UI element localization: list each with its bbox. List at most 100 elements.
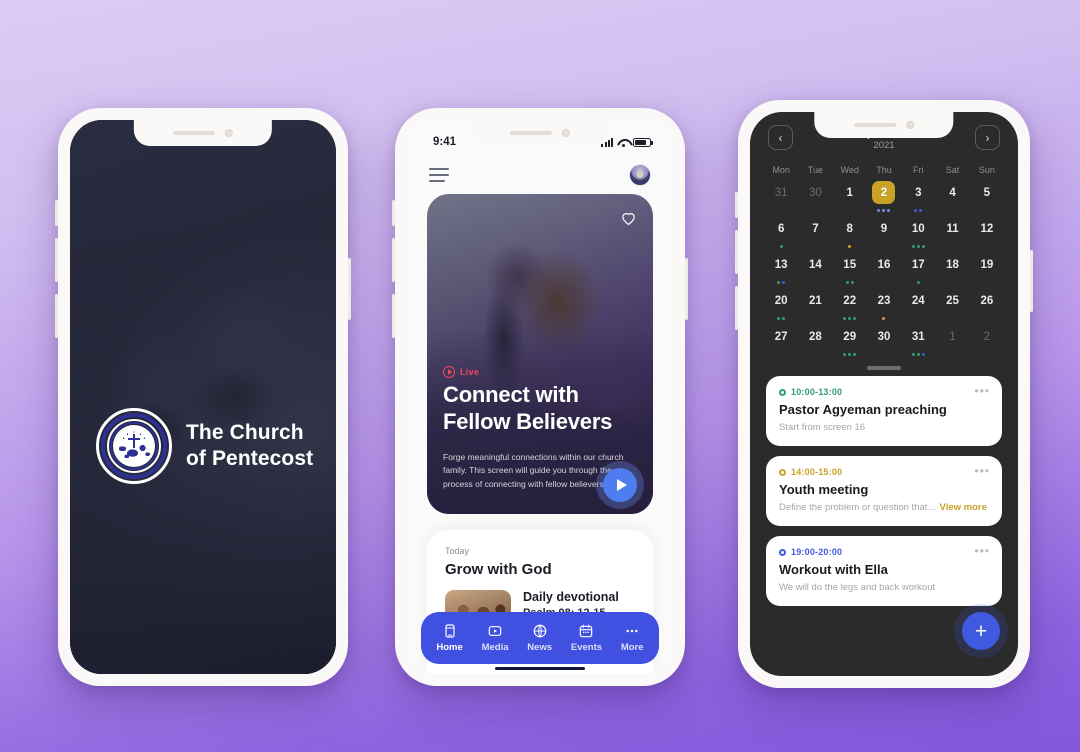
calendar-day-2[interactable]: 2 <box>867 181 901 213</box>
hero-card[interactable]: Live Connect with Fellow Believers Forge… <box>427 194 653 514</box>
tab-events[interactable]: Events <box>571 623 602 653</box>
event-time: 19:00-20:00 <box>791 547 843 558</box>
tab-news[interactable]: News <box>527 623 552 653</box>
tab-media[interactable]: Media <box>482 623 509 653</box>
devotional-title: Daily devotional <box>523 590 619 604</box>
calendar-day-14[interactable]: 14 <box>798 253 832 285</box>
calendar-day-number: 14 <box>809 258 822 271</box>
hamburger-menu-icon[interactable] <box>429 168 449 182</box>
phone-mockup-calendar: ‹ September 2021 › MonTueWedThuFriSatSun… <box>735 100 1033 688</box>
calendar-day-30[interactable]: 30 <box>867 325 901 357</box>
calendar-day-3[interactable]: 3 <box>901 181 935 213</box>
calendar-icon <box>580 624 593 638</box>
splash-screen: The Church of Pentecost <box>70 120 336 674</box>
calendar-day-26[interactable]: 26 <box>970 289 1004 321</box>
calendar-day-10[interactable]: 10 <box>901 217 935 249</box>
calendar-day-28[interactable]: 28 <box>798 325 832 357</box>
calendar-day-number: 16 <box>877 258 891 271</box>
calendar-day-4[interactable]: 4 <box>935 181 969 213</box>
calendar-day-1[interactable]: 1 <box>935 325 969 357</box>
calendar-day-12[interactable]: 12 <box>970 217 1004 249</box>
calendar-day-17[interactable]: 17 <box>901 253 935 285</box>
calendar-day-16[interactable]: 16 <box>867 253 901 285</box>
calendar-day-24[interactable]: 24 <box>901 289 935 321</box>
calendar-day-number: 26 <box>980 294 994 307</box>
tab-media-label: Media <box>481 642 509 653</box>
calendar-day-11[interactable]: 11 <box>935 217 969 249</box>
calendar-day-13[interactable]: 13 <box>764 253 798 285</box>
status-icons <box>601 137 653 147</box>
event-dots <box>833 245 867 249</box>
tab-events-label: Events <box>570 642 603 653</box>
heart-outline-icon[interactable] <box>620 210 637 231</box>
ellipsis-icon[interactable]: ••• <box>974 545 990 558</box>
calendar-day-23[interactable]: 23 <box>867 289 901 321</box>
tab-more[interactable]: More <box>621 623 644 653</box>
calendar-day-20[interactable]: 20 <box>764 289 798 321</box>
cellular-signal-icon <box>601 137 613 147</box>
calendar-day-number: 31 <box>911 330 925 343</box>
tab-home[interactable]: Home <box>436 623 463 653</box>
user-avatar-icon[interactable] <box>629 164 651 186</box>
calendar-day-number: 31 <box>774 186 788 199</box>
event-status-dot-icon <box>779 388 786 396</box>
calendar-grid[interactable]: 31 30 1 2 3 4 5 6 7 8 9 10 11 12 13 14 15 16 17 18 19 20 21 22 2… <box>750 179 1018 357</box>
sheet-drag-handle[interactable] <box>867 366 901 371</box>
device-notch <box>814 112 954 138</box>
calendar-day-2[interactable]: 2 <box>970 325 1004 357</box>
event-dots <box>867 317 901 321</box>
live-badge: Live <box>443 366 479 378</box>
calendar-day-31[interactable]: 31 <box>764 181 798 213</box>
calendar-day-7[interactable]: 7 <box>798 217 832 249</box>
weekday-header-row: Mon Tue Wed Thu Fri Sat Sun <box>750 157 1018 179</box>
splash-background-photo <box>70 120 336 674</box>
event-title: Youth meeting <box>779 482 869 498</box>
calendar-day-27[interactable]: 27 <box>764 325 798 357</box>
calendar-day-30[interactable]: 30 <box>798 181 832 213</box>
calendar-day-number: 17 <box>911 258 925 271</box>
calendar-day-number: 28 <box>809 330 822 343</box>
calendar-day-number: 8 <box>846 222 853 235</box>
calendar-day-31[interactable]: 31 <box>901 325 935 357</box>
calendar-year: 2021 <box>873 140 895 152</box>
calendar-day-number: 27 <box>774 330 788 343</box>
ellipsis-icon[interactable]: ••• <box>974 385 990 398</box>
view-more-link[interactable]: View more <box>940 502 987 513</box>
calendar-day-number: 24 <box>911 294 925 307</box>
calendar-day-15[interactable]: 15 <box>833 253 867 285</box>
calendar-day-18[interactable]: 18 <box>935 253 969 285</box>
brand-lockup: The Church of Pentecost <box>96 408 313 484</box>
calendar-day-number: 5 <box>983 186 991 199</box>
calendar-day-5[interactable]: 5 <box>970 181 1004 213</box>
calendar-day-21[interactable]: 21 <box>798 289 832 321</box>
calendar-day-number: 22 <box>843 294 857 307</box>
event-card[interactable]: 10:00-13:00 ••• Pastor Agyeman preaching St… <box>766 376 1002 447</box>
ellipsis-icon[interactable]: ••• <box>974 465 990 478</box>
weekday-wed: Wed <box>840 165 859 176</box>
calendar-day-19[interactable]: 19 <box>970 253 1004 285</box>
calendar-day-22[interactable]: 22 <box>833 289 867 321</box>
calendar-day-9[interactable]: 9 <box>867 217 901 249</box>
chevron-left-icon[interactable]: ‹ <box>768 125 793 151</box>
poster-stage: The Church of Pentecost 9:41 Live Connec… <box>0 0 1080 752</box>
calendar-day-1[interactable]: 1 <box>833 181 867 213</box>
battery-icon <box>633 137 653 147</box>
calendar-day-29[interactable]: 29 <box>833 325 867 357</box>
calendar-day-8[interactable]: 8 <box>833 217 867 249</box>
wifi-icon <box>617 138 629 147</box>
plus-icon[interactable]: + <box>962 612 1000 650</box>
bottom-tab-bar: Home Media News Events More <box>421 612 659 664</box>
calendar-day-25[interactable]: 25 <box>935 289 969 321</box>
device-notch <box>133 120 273 146</box>
calendar-day-number: 18 <box>946 258 959 271</box>
calendar-day-number: 23 <box>877 294 891 307</box>
event-card[interactable]: 19:00-20:00 ••• Workout with Ella We will d… <box>766 536 1002 607</box>
event-description: We will do the legs and back workout <box>779 582 936 594</box>
event-card[interactable]: 14:00-15:00 ••• Youth meeting Define the pr… <box>766 456 1002 527</box>
chevron-right-icon[interactable]: › <box>975 125 1000 151</box>
media-play-icon <box>488 626 502 636</box>
play-icon[interactable] <box>603 468 637 502</box>
event-dots <box>867 209 901 213</box>
event-dots <box>764 281 798 285</box>
calendar-day-6[interactable]: 6 <box>764 217 798 249</box>
